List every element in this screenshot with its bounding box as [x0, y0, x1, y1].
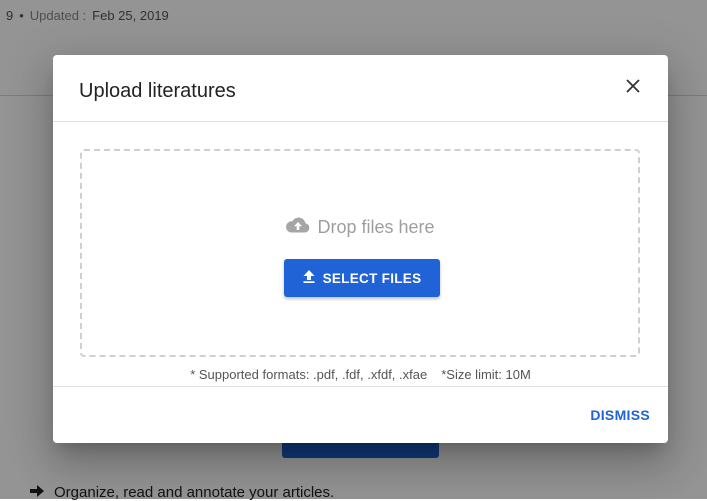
close-button[interactable] — [620, 75, 646, 101]
file-dropzone[interactable]: Drop files here SELECT FILES — [80, 149, 640, 357]
upload-requirements: * Supported formats: .pdf, .fdf, .xfdf, … — [53, 367, 668, 382]
dialog-title: Upload literatures — [79, 80, 236, 102]
dialog-footer-divider — [53, 386, 668, 387]
dialog-header: Upload literatures — [53, 55, 668, 122]
drop-hint-text: Drop files here — [317, 217, 435, 237]
cloud-upload-icon — [285, 216, 311, 239]
upload-dialog: Upload literatures Drop files here SELEC… — [53, 55, 668, 443]
formats-note: * Supported formats: .pdf, .fdf, .xfdf, … — [190, 367, 428, 382]
select-files-button[interactable]: SELECT FILES — [284, 259, 440, 297]
size-note: *Size limit: 10M — [441, 367, 531, 382]
drop-hint: Drop files here — [82, 216, 638, 239]
dismiss-button[interactable]: DISMISS — [590, 407, 650, 423]
close-icon — [626, 78, 640, 98]
select-files-label: SELECT FILES — [322, 270, 422, 286]
upload-arrow-icon — [303, 270, 315, 286]
